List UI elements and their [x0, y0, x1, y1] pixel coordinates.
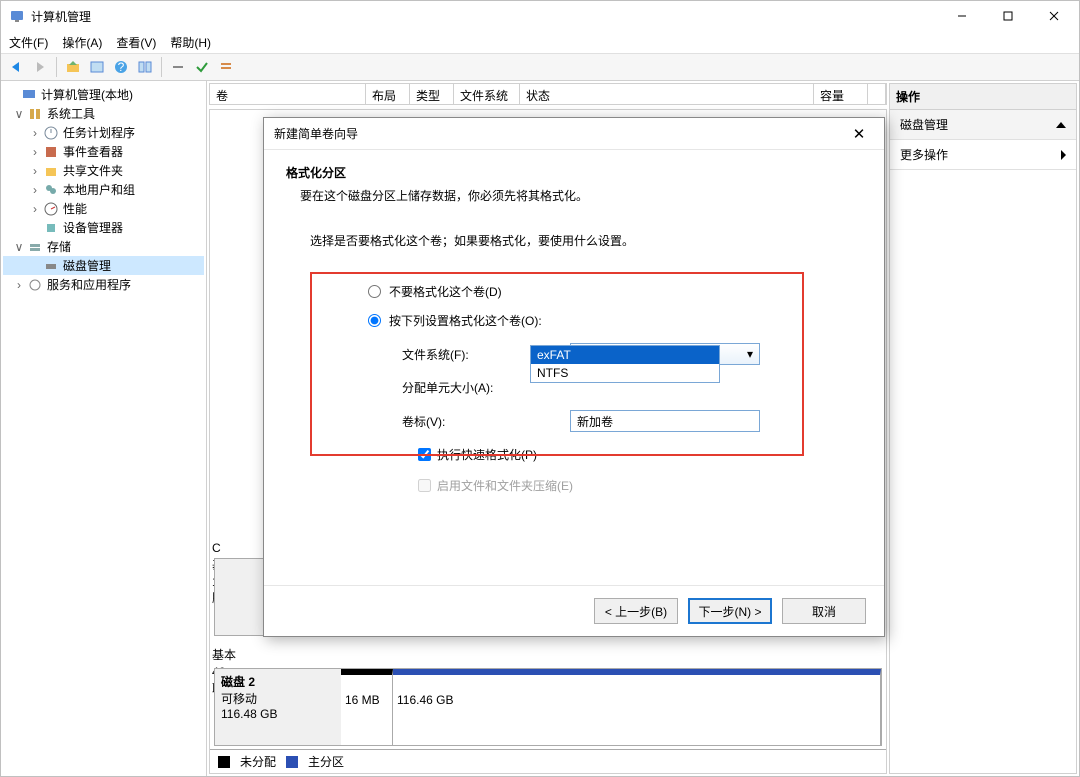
col-layout[interactable]: 布局	[366, 84, 410, 104]
check-icon[interactable]	[191, 56, 213, 78]
device-icon	[43, 220, 59, 236]
col-fs[interactable]: 文件系统	[454, 84, 520, 104]
maximize-button[interactable]	[985, 1, 1031, 31]
dialog-heading: 格式化分区	[286, 164, 862, 181]
checkbox-quick-format-input[interactable]	[418, 448, 431, 461]
dialog-footer: < 上一步(B) 下一步(N) > 取消	[264, 585, 884, 636]
toolbar: ?	[1, 53, 1079, 81]
actions-group[interactable]: 磁盘管理	[890, 110, 1076, 140]
tree-scheduler[interactable]: ›任务计划程序	[3, 123, 204, 142]
columns-icon[interactable]	[134, 56, 156, 78]
disk-icon	[43, 258, 59, 274]
tree-diskmgmt[interactable]: 磁盘管理	[3, 256, 204, 275]
filesystem-dropdown: exFAT NTFS	[530, 345, 720, 383]
tree-eventviewer[interactable]: ›事件查看器	[3, 142, 204, 161]
volume-label-label: 卷标(V):	[402, 413, 570, 430]
tree-pane: 计算机管理(本地) ∨系统工具 ›任务计划程序 ›事件查看器 ›共享文件夹 ›本…	[1, 81, 207, 776]
perf-icon	[43, 201, 59, 217]
checkbox-quick-format[interactable]: 执行快速格式化(P)	[418, 446, 838, 463]
checkbox-compress: 启用文件和文件夹压缩(E)	[418, 477, 838, 494]
volume-header: 卷 布局 类型 文件系统 状态 容量	[209, 83, 887, 105]
up-folder-icon[interactable]	[62, 56, 84, 78]
tree-localusers[interactable]: ›本地用户和组	[3, 180, 204, 199]
actions-more[interactable]: 更多操作	[890, 140, 1076, 170]
col-capacity[interactable]: 容量	[814, 84, 868, 104]
tree-services[interactable]: ›服务和应用程序	[3, 275, 204, 294]
book-icon	[43, 144, 59, 160]
col-type[interactable]: 类型	[410, 84, 454, 104]
help-icon[interactable]: ?	[110, 56, 132, 78]
window-title: 计算机管理	[31, 8, 939, 25]
list-icon[interactable]	[215, 56, 237, 78]
legend-unalloc-swatch	[218, 756, 230, 768]
chevron-up-icon	[1056, 122, 1066, 128]
actions-pane: 操作 磁盘管理 更多操作	[889, 83, 1077, 774]
radio-format[interactable]: 按下列设置格式化这个卷(O):	[368, 312, 838, 329]
radio-no-format[interactable]: 不要格式化这个卷(D)	[368, 283, 838, 300]
minimize-button[interactable]	[939, 1, 985, 31]
view-icon[interactable]	[86, 56, 108, 78]
disk-block-2[interactable]: 磁盘 2 可移动 116.48 GB 16 MB 116.46 GB	[214, 668, 882, 746]
actions-header: 操作	[890, 84, 1076, 110]
disk2-label: 磁盘 2 可移动 116.48 GB	[215, 669, 341, 745]
menu-help[interactable]: 帮助(H)	[170, 34, 211, 51]
chevron-down-icon: ▾	[747, 347, 753, 361]
col-volume[interactable]: 卷	[210, 84, 366, 104]
titlebar: 计算机管理	[1, 1, 1079, 31]
cancel-button[interactable]: 取消	[782, 598, 866, 624]
menu-action[interactable]: 操作(A)	[62, 34, 102, 51]
back-button[interactable]	[5, 56, 27, 78]
wizard-dialog: 新建简单卷向导 ✕ 格式化分区 要在这个磁盘分区上储存数据，你必须先将其格式化。…	[263, 117, 885, 637]
computer-icon	[21, 87, 37, 103]
chevron-right-icon	[1061, 150, 1066, 160]
tree-devmgr[interactable]: 设备管理器	[3, 218, 204, 237]
app-icon	[9, 8, 25, 24]
services-icon	[27, 277, 43, 293]
back-button[interactable]: < 上一步(B)	[594, 598, 678, 624]
next-button[interactable]: 下一步(N) >	[688, 598, 772, 624]
col-status[interactable]: 状态	[520, 84, 814, 104]
users-icon	[43, 182, 59, 198]
folder-shared-icon	[43, 163, 59, 179]
filesystem-option-ntfs[interactable]: NTFS	[531, 364, 719, 382]
legend-unalloc-label: 未分配	[240, 753, 276, 770]
tree-shared[interactable]: ›共享文件夹	[3, 161, 204, 180]
volume-label-input[interactable]	[570, 410, 760, 432]
tree-perf[interactable]: ›性能	[3, 199, 204, 218]
tree-storage[interactable]: ∨存储	[3, 237, 204, 256]
filesystem-option-exfat[interactable]: exFAT	[531, 346, 719, 364]
radio-format-input[interactable]	[368, 314, 381, 327]
checkbox-compress-input	[418, 479, 431, 492]
legend: 未分配 主分区	[210, 749, 886, 773]
tools-icon	[27, 106, 43, 122]
legend-primary-swatch	[286, 756, 298, 768]
svg-text:?: ?	[118, 60, 125, 74]
forward-button[interactable]	[29, 56, 51, 78]
menubar: 文件(F) 操作(A) 查看(V) 帮助(H)	[1, 31, 1079, 53]
clock-icon	[43, 125, 59, 141]
field-volume-label: 卷标(V):	[402, 410, 838, 432]
tree-root[interactable]: 计算机管理(本地)	[3, 85, 204, 104]
refresh-icon[interactable]	[167, 56, 189, 78]
close-button[interactable]	[1031, 1, 1077, 31]
app-window: 计算机管理 文件(F) 操作(A) 查看(V) 帮助(H) ? 计算机管理(本地…	[0, 0, 1080, 777]
menu-file[interactable]: 文件(F)	[9, 34, 48, 51]
storage-icon	[27, 239, 43, 255]
dialog-close-button[interactable]: ✕	[844, 119, 874, 149]
menu-view[interactable]: 查看(V)	[116, 34, 156, 51]
radio-no-format-input[interactable]	[368, 285, 381, 298]
dialog-titlebar: 新建简单卷向导 ✕	[264, 118, 884, 150]
dialog-head: 格式化分区 要在这个磁盘分区上储存数据，你必须先将其格式化。	[264, 150, 884, 212]
legend-primary-label: 主分区	[308, 753, 344, 770]
col-blank	[868, 84, 886, 104]
tree-systools[interactable]: ∨系统工具	[3, 104, 204, 123]
format-prompt: 选择是否要格式化这个卷；如果要格式化，要使用什么设置。	[310, 232, 838, 249]
dialog-body: 选择是否要格式化这个卷；如果要格式化，要使用什么设置。 不要格式化这个卷(D) …	[264, 212, 884, 585]
dialog-title: 新建简单卷向导	[274, 125, 844, 142]
dialog-subtitle: 要在这个磁盘分区上储存数据，你必须先将其格式化。	[286, 187, 862, 204]
